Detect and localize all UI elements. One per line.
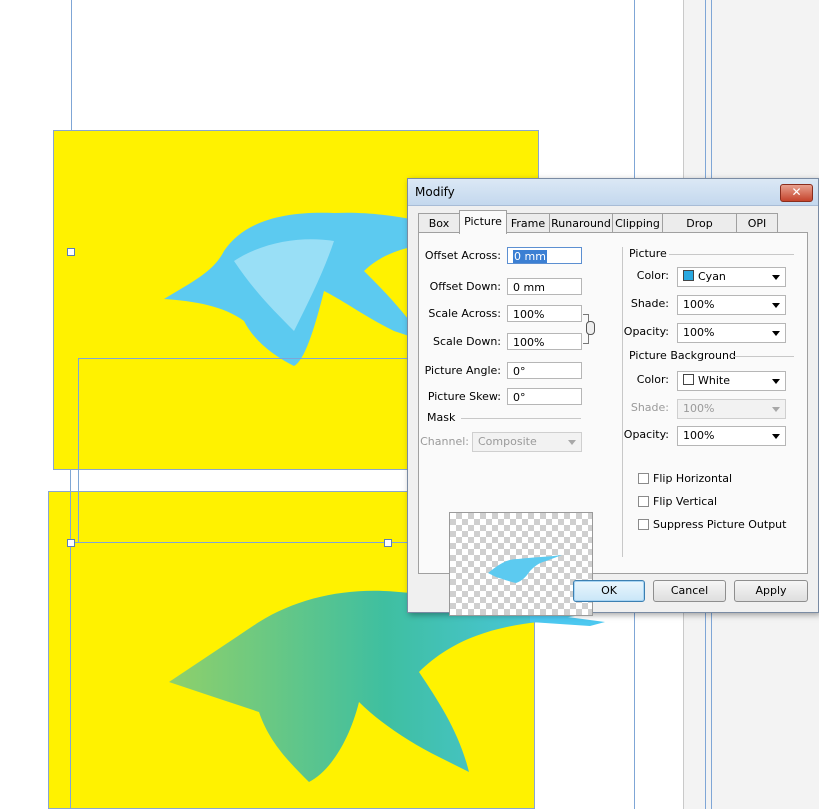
margin-guide: [71, 0, 72, 130]
mask-preview: [449, 512, 593, 616]
picture-shade-label: Shade:: [630, 297, 669, 310]
tab-clipping[interactable]: Clipping: [612, 213, 663, 233]
suppress-output-checkbox[interactable]: [638, 519, 649, 530]
picture-opacity-label: Opacity:: [623, 325, 669, 338]
mask-divider: [461, 418, 581, 419]
tab-box[interactable]: Box: [418, 213, 460, 233]
white-swatch: [683, 374, 694, 385]
picture-divider: [669, 254, 794, 255]
background-shade-select[interactable]: 100%: [677, 399, 786, 419]
resize-handle[interactable]: [67, 539, 75, 547]
picture-heading: Picture: [629, 247, 667, 260]
background-opacity-label: Opacity:: [623, 428, 669, 441]
background-opacity-select[interactable]: 100%: [677, 426, 786, 446]
tab-frame[interactable]: Frame: [506, 213, 550, 233]
scale-across-label: Scale Across:: [428, 307, 501, 320]
resize-handle[interactable]: [67, 248, 75, 256]
picture-tab-panel: Offset Across: 0 mm Offset Down: 0 mm Sc…: [418, 232, 808, 616]
cancel-button[interactable]: Cancel: [653, 580, 726, 602]
dialog-titlebar: Modify ✕: [408, 179, 818, 206]
picture-shade-select[interactable]: 100%: [677, 295, 786, 315]
channel-label: Channel:: [420, 435, 469, 448]
selection-guide: [78, 358, 408, 359]
offset-across-field[interactable]: 0 mm: [507, 247, 582, 264]
picture-skew-label: Picture Skew:: [427, 390, 501, 403]
scale-down-label: Scale Down:: [433, 335, 501, 348]
tab-opi[interactable]: OPI: [736, 213, 778, 233]
background-color-label: Color:: [636, 373, 669, 386]
mask-heading: Mask: [427, 411, 456, 424]
offset-across-label: Offset Across:: [424, 249, 501, 262]
scale-across-field[interactable]: 100%: [507, 305, 582, 322]
offset-down-field[interactable]: 0 mm: [507, 278, 582, 295]
scale-down-field[interactable]: 100%: [507, 333, 582, 350]
modify-dialog: Modify ✕ Box Picture Frame Runaround Cli…: [407, 178, 819, 616]
dialog-title: Modify: [415, 185, 455, 199]
picture-color-label: Color:: [636, 269, 669, 282]
resize-handle[interactable]: [384, 539, 392, 547]
picture-angle-label: Picture Angle:: [424, 364, 501, 377]
flip-horizontal-checkbox[interactable]: [638, 473, 649, 484]
flip-vertical-checkbox[interactable]: [638, 496, 649, 507]
selection-guide: [70, 542, 408, 543]
picture-skew-field[interactable]: 0°: [507, 388, 582, 405]
picture-angle-field[interactable]: 0°: [507, 362, 582, 379]
margin-guide: [70, 470, 71, 809]
picture-color-select[interactable]: Cyan: [677, 267, 786, 287]
suppress-output-label: Suppress Picture Output: [653, 518, 787, 531]
preview-bird-image: [488, 555, 562, 583]
flip-horizontal-label: Flip Horizontal: [653, 472, 733, 485]
picture-opacity-select[interactable]: 100%: [677, 323, 786, 343]
apply-button[interactable]: Apply: [734, 580, 808, 602]
channel-select[interactable]: Composite: [472, 432, 582, 452]
flip-vertical-label: Flip Vertical: [653, 495, 718, 508]
tab-drop-shadow[interactable]: Drop Shadow: [662, 213, 737, 249]
cyan-swatch: [683, 270, 694, 281]
offset-down-label: Offset Down:: [429, 280, 501, 293]
tab-picture[interactable]: Picture: [459, 210, 507, 234]
background-color-select[interactable]: White: [677, 371, 786, 391]
background-divider: [734, 356, 794, 357]
selection-guide: [78, 358, 79, 543]
tab-runaround[interactable]: Runaround: [549, 213, 613, 233]
close-icon[interactable]: ✕: [780, 184, 813, 202]
chain-link-icon[interactable]: [586, 321, 595, 335]
background-shade-label: Shade:: [630, 401, 669, 414]
ok-button[interactable]: OK: [573, 580, 645, 602]
picture-background-heading: Picture Background: [629, 349, 736, 362]
